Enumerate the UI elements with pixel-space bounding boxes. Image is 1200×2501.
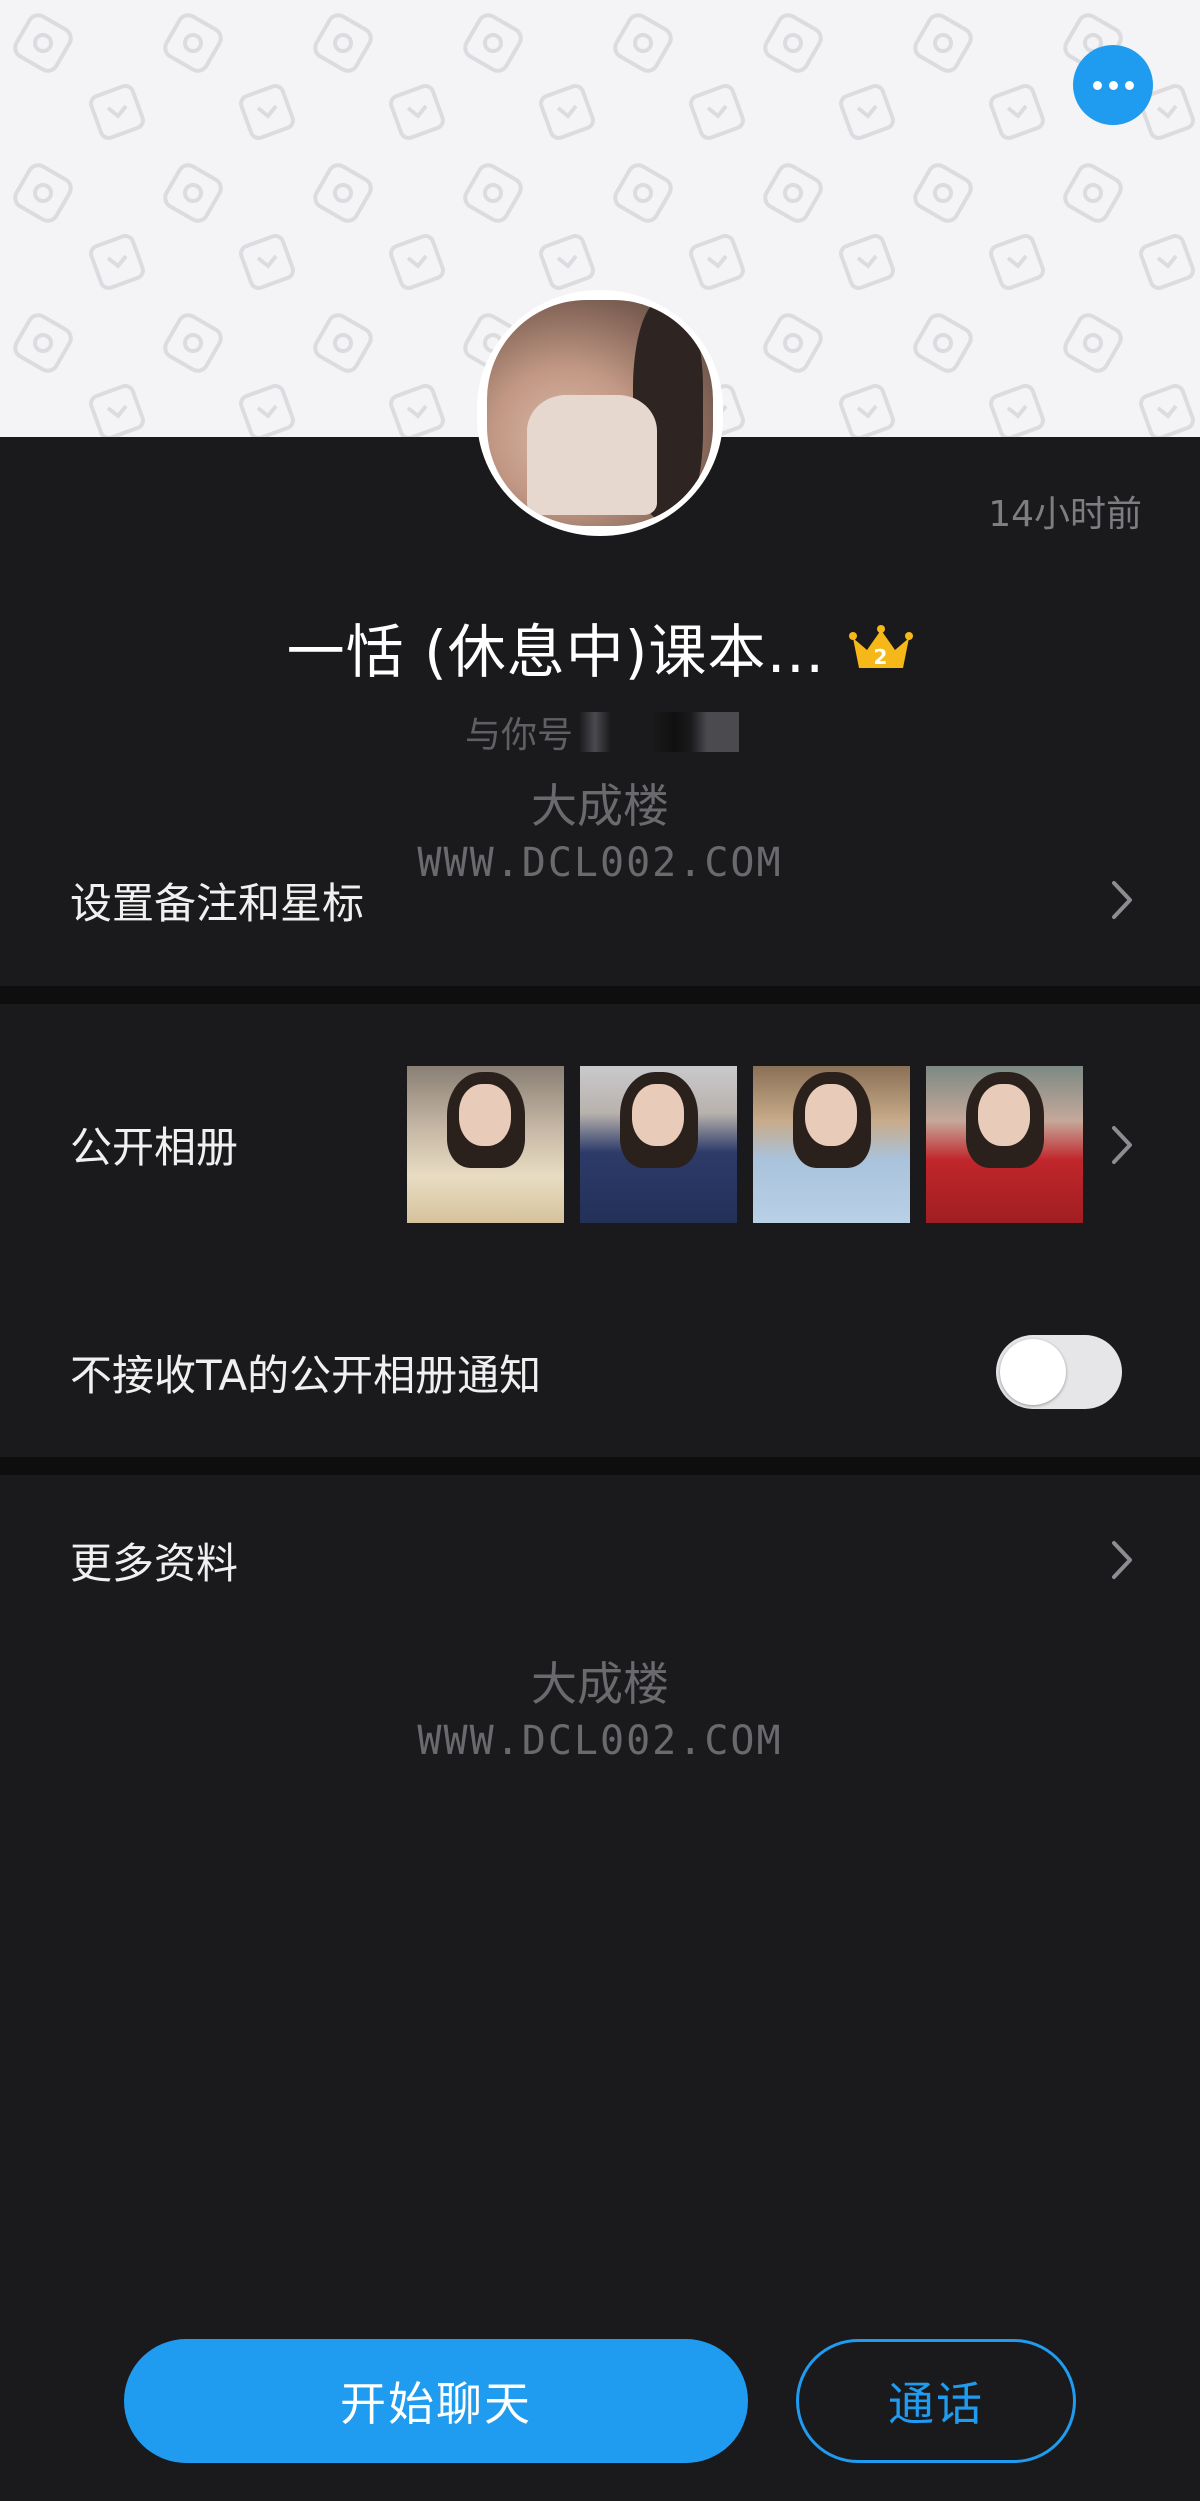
- thumb-face: [459, 1084, 511, 1146]
- start-chat-button[interactable]: 开始聊天: [124, 2339, 748, 2463]
- album-notice-label: 不接收TA的公开相册通知: [70, 1350, 542, 1400]
- relation-prefix: 与你号: [465, 715, 574, 756]
- call-button[interactable]: 通话: [796, 2339, 1076, 2463]
- more-options-button[interactable]: [1073, 45, 1153, 125]
- redacted-mask: [579, 712, 740, 752]
- watermark-2: 大成楼 WWW.DCL002.COM: [0, 1648, 1200, 1764]
- last-active-time: 14小时前: [988, 494, 1142, 535]
- album-thumbnail[interactable]: [407, 1066, 564, 1223]
- thumb-face: [632, 1084, 684, 1146]
- chevron-right-icon: [1112, 881, 1132, 919]
- chevron-right-icon: [1112, 1541, 1132, 1579]
- profile-name: 一恬 (休息中)课本…: [286, 618, 826, 686]
- thumb-face: [978, 1084, 1030, 1146]
- album-thumbnail[interactable]: [753, 1066, 910, 1223]
- more-info-row[interactable]: 更多资料: [0, 1500, 1200, 1620]
- relation-info: 与你号: [465, 706, 740, 758]
- more-info-label: 更多资料: [70, 1538, 239, 1588]
- remark-label: 设置备注和星标: [70, 878, 365, 928]
- more-dots-icon-dot-2: [1108, 80, 1118, 90]
- watermark-cn: 大成楼: [531, 1657, 669, 1711]
- section-divider: [0, 986, 1200, 1004]
- avatar-image: [487, 300, 713, 526]
- badge-level: 2: [874, 645, 889, 669]
- remark-row[interactable]: 设置备注和星标: [0, 840, 1200, 960]
- toggle-knob: [1000, 1339, 1066, 1405]
- crown-badge-icon: 2: [849, 618, 914, 686]
- album-thumbnails: [407, 1066, 1083, 1223]
- thumb-face: [805, 1084, 857, 1146]
- more-dots-icon: [1092, 80, 1102, 90]
- profile-page: 14小时前 一恬 (休息中)课本… 2 与你号 大成楼 WWW.DCL002.C…: [0, 0, 1200, 2501]
- album-thumbnail[interactable]: [580, 1066, 737, 1223]
- avatar[interactable]: [477, 290, 723, 536]
- more-dots-icon-dot-3: [1124, 80, 1134, 90]
- profile-name-line: 一恬 (休息中)课本… 2: [0, 605, 1200, 690]
- album-thumbnail[interactable]: [926, 1066, 1083, 1223]
- watermark-en: WWW.DCL002.COM: [417, 1718, 783, 1764]
- section-divider: [0, 1457, 1200, 1475]
- public-album-label: 公开相册: [70, 1123, 239, 1172]
- chevron-right-icon: [1112, 1125, 1132, 1164]
- album-notice-toggle[interactable]: [996, 1335, 1122, 1409]
- watermark-cn: 大成楼: [531, 779, 669, 833]
